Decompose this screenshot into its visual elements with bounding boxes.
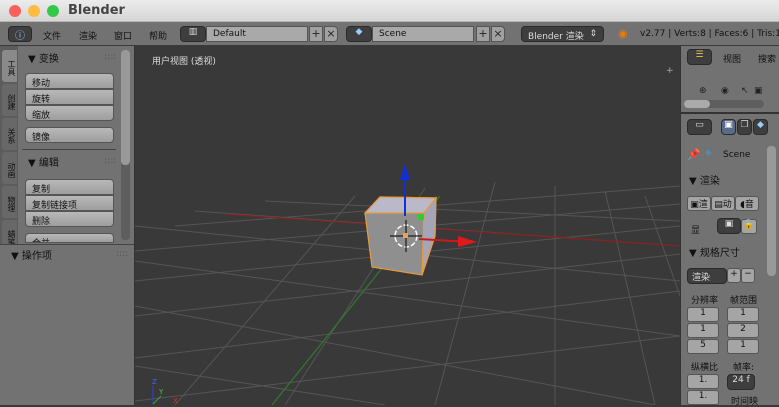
tab-tools[interactable]: 工具 bbox=[2, 50, 17, 82]
resolution-label: 分辨率 bbox=[691, 296, 719, 306]
outliner-view-menu[interactable]: 视图 bbox=[723, 52, 741, 65]
scene-stats: v2.77 | Verts:8 | Faces:6 | Tris:12 bbox=[640, 29, 779, 39]
frame-range-label: 帧范围 bbox=[730, 296, 758, 306]
layout-selector-icon[interactable]: ▥ bbox=[180, 26, 206, 42]
menu-render[interactable]: 渲染 bbox=[79, 29, 97, 42]
lock-interface-button[interactable]: 🔓 bbox=[741, 219, 757, 234]
time-remapping-label: 时间映 bbox=[731, 397, 759, 407]
z-arrow bbox=[400, 164, 410, 180]
gizmo-x-label: X bbox=[173, 397, 178, 405]
y-handle bbox=[418, 214, 424, 220]
drag-handle[interactable]: :::: bbox=[104, 52, 116, 62]
outliner-hscrollbar[interactable] bbox=[684, 100, 764, 108]
rotate-button[interactable]: 旋转 bbox=[25, 89, 114, 105]
visibility-eye-icon[interactable]: ◉ bbox=[721, 86, 729, 96]
scene-selector-icon[interactable]: ◆ bbox=[346, 26, 372, 42]
outliner-search-menu[interactable]: 搜索 bbox=[758, 52, 776, 65]
delete-button[interactable]: 删除 bbox=[25, 211, 114, 227]
render-image-button[interactable]: ▣渲 bbox=[687, 196, 711, 211]
scene-properties-tab[interactable]: ◆ bbox=[753, 119, 768, 135]
tab-relations[interactable]: 关系 bbox=[2, 118, 17, 150]
tool-shelf-scrollbar[interactable] bbox=[121, 50, 130, 240]
render-audio-button[interactable]: ◖音 bbox=[735, 196, 759, 211]
blender-logo-icon: ◉ bbox=[618, 27, 628, 40]
layout-field[interactable]: Default bbox=[206, 26, 308, 42]
title-bar: Blender bbox=[0, 0, 779, 22]
close-window-button[interactable] bbox=[9, 5, 21, 17]
display-mode-select[interactable]: ▣ bbox=[717, 218, 741, 234]
editor-type-info-button[interactable]: ⓘ bbox=[8, 26, 32, 42]
add-scene-button[interactable]: + bbox=[476, 26, 490, 42]
scale-button[interactable]: 缩放 bbox=[25, 105, 114, 121]
frame-start-field[interactable]: 1 bbox=[727, 307, 759, 322]
tab-animation[interactable]: 动画 bbox=[2, 152, 17, 184]
join-button[interactable]: 合并 bbox=[25, 233, 114, 243]
fps-label: 帧率: bbox=[733, 363, 755, 373]
viewport-properties-toggle[interactable]: + bbox=[666, 66, 674, 76]
scene-name: Scene bbox=[723, 150, 751, 160]
gizmo-y-label: Y bbox=[158, 388, 164, 396]
tab-create[interactable]: 创建 bbox=[2, 84, 17, 116]
outliner-editor-type[interactable]: ☰ bbox=[687, 49, 712, 65]
render-panel-header[interactable]: ▼ 渲染 bbox=[689, 172, 720, 187]
renderability-camera-icon[interactable]: ▣ bbox=[754, 86, 763, 96]
menu-file[interactable]: 文件 bbox=[43, 29, 61, 42]
resolution-y-field[interactable]: 1 bbox=[687, 323, 719, 338]
selectability-cursor-icon[interactable]: ↖ bbox=[741, 86, 749, 96]
mirror-button[interactable]: 镜像 bbox=[25, 127, 114, 143]
remove-layout-button[interactable]: × bbox=[324, 26, 338, 42]
render-animation-button[interactable]: ▤动 bbox=[711, 196, 735, 211]
aspect-y-field[interactable]: 1. bbox=[687, 390, 719, 405]
operator-panel: ▼ 操作项 :::: bbox=[0, 244, 134, 405]
menu-bar: ⓘ 文件 渲染 窗口 帮助 ▥ Default + × ◆ Scene + × … bbox=[0, 22, 779, 46]
render-layers-tab[interactable]: ❐ bbox=[737, 119, 752, 135]
resolution-percent-field[interactable]: 5 bbox=[687, 339, 719, 354]
edit-panel-header[interactable]: ▼ 编辑 bbox=[28, 154, 59, 169]
tab-physics[interactable]: 物理 bbox=[2, 186, 17, 218]
tool-shelf: 工具 创建 关系 动画 物理 蜡笔 ▼ 变换 :::: 移动 旋转 缩放 镜像 … bbox=[0, 46, 135, 405]
drag-handle[interactable]: :::: bbox=[116, 249, 128, 259]
tool-shelf-tabs: 工具 创建 关系 动画 物理 蜡笔 bbox=[0, 46, 18, 252]
duplicate-linked-button[interactable]: 复制链接项 bbox=[25, 195, 114, 211]
gizmo-z-label: Z bbox=[152, 378, 157, 386]
display-label: 显 bbox=[691, 226, 701, 236]
window-title: Blender bbox=[68, 3, 125, 18]
duplicate-button[interactable]: 复制 bbox=[25, 179, 114, 195]
dimensions-panel-header[interactable]: ▼ 规格尺寸 bbox=[689, 244, 740, 259]
properties-editor-type[interactable]: ▭ bbox=[687, 119, 712, 135]
remove-scene-button[interactable]: × bbox=[491, 26, 505, 42]
scene-field[interactable]: Scene bbox=[372, 26, 474, 42]
remove-preset-button[interactable]: − bbox=[741, 268, 755, 283]
scene-icon: ◆ bbox=[705, 148, 712, 158]
add-layout-button[interactable]: + bbox=[309, 26, 323, 42]
render-preset-select[interactable]: 渲染 bbox=[687, 268, 727, 284]
frame-step-field[interactable]: 1 bbox=[727, 339, 759, 354]
transform-panel-header[interactable]: ▼ 变换 bbox=[28, 50, 59, 65]
menu-window[interactable]: 窗口 bbox=[114, 29, 132, 42]
properties-scrollbar[interactable] bbox=[767, 146, 776, 276]
right-panels: ☰ 视图 搜索 ⊕ ◉ ↖ ▣ ▭ ▣ ❐ ◆ 📌 ◆ Scene ▼ 渲染 ▣… bbox=[680, 46, 779, 407]
outliner-tree-node-icon[interactable]: ⊕ bbox=[699, 86, 707, 96]
operator-panel-header[interactable]: ▼ 操作项 bbox=[11, 247, 52, 262]
menu-help[interactable]: 帮助 bbox=[149, 29, 167, 42]
render-properties-tab[interactable]: ▣ bbox=[721, 119, 736, 135]
aspect-x-field[interactable]: 1. bbox=[687, 374, 719, 389]
add-preset-button[interactable]: + bbox=[727, 268, 741, 283]
fps-select[interactable]: 24 f bbox=[727, 374, 755, 390]
3d-viewport[interactable]: 用户视图 (透视) Z Y X + bbox=[135, 46, 680, 405]
move-button[interactable]: 移动 bbox=[25, 73, 114, 89]
pin-icon[interactable]: 📌 bbox=[687, 148, 701, 161]
x-arrow bbox=[458, 236, 477, 247]
drag-handle[interactable]: :::: bbox=[104, 156, 116, 166]
viewport-scene: Z Y X bbox=[135, 164, 680, 405]
render-engine-select[interactable]: Blender 渲染 ⇕ bbox=[521, 26, 604, 42]
resolution-x-field[interactable]: 1 bbox=[687, 307, 719, 322]
divider bbox=[22, 149, 116, 150]
aspect-label: 纵横比 bbox=[691, 363, 719, 373]
frame-end-field[interactable]: 2 bbox=[727, 323, 759, 338]
minimize-window-button[interactable] bbox=[28, 5, 40, 17]
outliner: ☰ 视图 搜索 ⊕ ◉ ↖ ▣ bbox=[681, 46, 779, 114]
maximize-window-button[interactable] bbox=[47, 5, 59, 17]
